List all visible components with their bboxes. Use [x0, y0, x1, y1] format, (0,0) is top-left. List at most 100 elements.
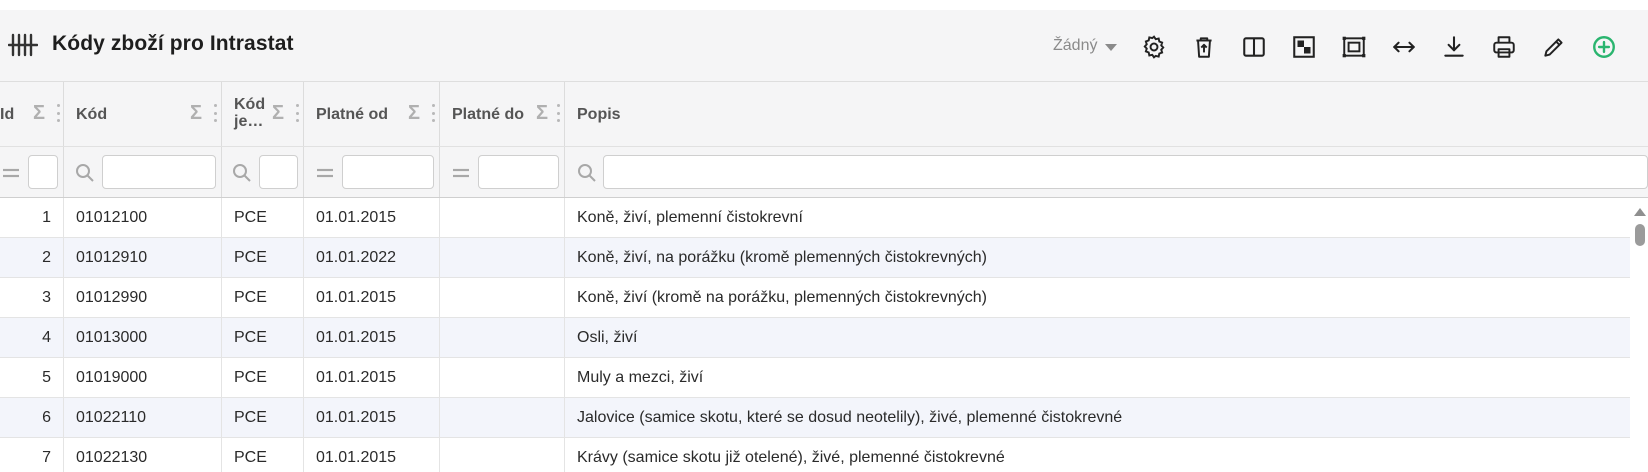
cell-platne-do [440, 238, 565, 277]
cell-kod: 01019000 [64, 358, 222, 397]
filter-input-id[interactable] [28, 155, 58, 189]
cell-platne-do [440, 398, 565, 437]
cell-kod: 01012990 [64, 278, 222, 317]
download-button[interactable] [1439, 32, 1469, 62]
table-row[interactable]: 5 01019000 PCE 01.01.2015 Muly a mezci, … [0, 358, 1630, 398]
filter-input-platne-od[interactable] [342, 155, 434, 189]
table-row[interactable]: 6 01022110 PCE 01.01.2015 Jalovice (sami… [0, 398, 1630, 438]
cell-popis: Koně, živí (kromě na porážku, plemenných… [577, 289, 987, 306]
cell-kod: 01022110 [64, 398, 222, 437]
delete-icon [1196, 37, 1212, 58]
fit-frame-button[interactable] [1339, 32, 1369, 62]
page: Kódy zboží pro Intrastat Žádný Id Σ Kód … [0, 0, 1648, 472]
table-row[interactable]: 3 01012990 PCE 01.01.2015 Koně, živí (kr… [0, 278, 1630, 318]
edit-button[interactable] [1539, 32, 1569, 62]
cell-platne-od: 01.01.2015 [304, 318, 440, 357]
column-menu-icon[interactable] [213, 104, 217, 122]
column-header-label: Kód [76, 106, 108, 123]
vertical-scrollbar[interactable] [1631, 198, 1648, 472]
cell-platne-do [440, 278, 565, 317]
fit-frame-icon [1342, 36, 1366, 58]
filter-cell-platne-do [440, 147, 565, 197]
cell-platne-do [440, 198, 565, 237]
filter-input-kod-je[interactable] [259, 155, 298, 189]
cell-platne-od: 01.01.2022 [304, 238, 440, 277]
toolbar: Žádný [0, 10, 1648, 81]
cell-kod: 01013000 [64, 318, 222, 357]
column-menu-icon[interactable] [556, 104, 560, 122]
checkerboard-icon [1293, 36, 1315, 58]
cell-platne-od: 01.01.2015 [304, 398, 440, 437]
print-icon [1493, 36, 1515, 58]
top-strip [0, 0, 1648, 10]
search-icon [76, 164, 94, 182]
sigma-icon[interactable]: Σ [33, 102, 45, 125]
cell-id: 4 [0, 318, 64, 357]
header-bar: Kódy zboží pro Intrastat Žádný [0, 10, 1648, 82]
cell-popis: Osli, živí [577, 329, 638, 346]
split-view-icon [1243, 37, 1265, 57]
sigma-icon[interactable]: Σ [190, 102, 202, 125]
cell-kod-je: PCE [222, 398, 304, 437]
column-menu-icon[interactable] [295, 104, 299, 122]
filter-input-popis[interactable] [603, 155, 1648, 189]
equals-icon [453, 168, 469, 178]
column-menu-icon[interactable] [431, 104, 435, 122]
cell-id: 5 [0, 358, 64, 397]
sigma-icon[interactable]: Σ [272, 102, 284, 125]
column-header-popis[interactable]: Popis [565, 82, 1648, 146]
column-header-label: Id [0, 106, 15, 123]
cell-id: 2 [0, 238, 64, 277]
filter-input-platne-do[interactable] [478, 155, 559, 189]
equals-icon [3, 168, 19, 178]
cell-kod: 01022130 [64, 438, 222, 472]
expand-width-button[interactable] [1389, 32, 1419, 62]
cell-popis: Koně, živí, na porážku (kromě plemenných… [577, 249, 987, 266]
edit-icon [1544, 38, 1563, 57]
cell-kod-je: PCE [222, 198, 304, 237]
cell-id: 1 [0, 198, 64, 237]
cell-kod-je: PCE [222, 358, 304, 397]
table-row[interactable]: 7 01022130 PCE 01.01.2015 Krávy (samice … [0, 438, 1630, 472]
equals-icon [317, 168, 333, 178]
filter-input-kod[interactable] [102, 155, 216, 189]
cell-popis: Koně, živí, plemenní čistokrevní [577, 209, 803, 226]
column-header-kod[interactable]: Kód Σ [64, 82, 222, 146]
cell-id: 3 [0, 278, 64, 317]
cell-kod-je: PCE [222, 318, 304, 357]
print-button[interactable] [1489, 32, 1519, 62]
filter-cell-kod [64, 147, 222, 197]
column-header-id[interactable]: Id Σ [0, 82, 64, 146]
table-row[interactable]: 4 01013000 PCE 01.01.2015 Osli, živí [0, 318, 1630, 358]
cell-platne-od: 01.01.2015 [304, 438, 440, 472]
view-select[interactable]: Žádný [1053, 34, 1118, 58]
add-button[interactable] [1589, 32, 1619, 62]
cell-platne-do [440, 358, 565, 397]
cell-popis: Jalovice (samice skotu, které se dosud n… [577, 409, 1123, 426]
chevron-down-icon [1105, 43, 1118, 51]
column-menu-icon[interactable] [56, 104, 60, 122]
settings-button[interactable] [1139, 32, 1169, 62]
column-header-label: Platné od [316, 106, 389, 123]
cell-kod: 01012910 [64, 238, 222, 277]
filter-cell-popis [565, 147, 1648, 197]
sigma-icon[interactable]: Σ [408, 102, 420, 125]
filter-row [0, 147, 1648, 198]
settings-icon [1143, 35, 1165, 59]
delete-button[interactable] [1189, 32, 1219, 62]
checkerboard-button[interactable] [1289, 32, 1319, 62]
expand-width-icon [1393, 41, 1415, 53]
scroll-up-icon[interactable] [1634, 208, 1646, 216]
scrollbar-thumb[interactable] [1635, 224, 1645, 246]
filter-cell-kod-je [222, 147, 304, 197]
sigma-icon[interactable]: Σ [536, 102, 548, 125]
table-row[interactable]: 1 01012100 PCE 01.01.2015 Koně, živí, pl… [0, 198, 1630, 238]
column-header-platne-do[interactable]: Platné do Σ [440, 82, 565, 146]
split-view-button[interactable] [1239, 32, 1269, 62]
cell-platne-od: 01.01.2015 [304, 278, 440, 317]
search-icon [578, 164, 596, 182]
column-header-platne-od[interactable]: Platné od Σ [304, 82, 440, 146]
column-header-kod-je[interactable]: Kód je… Σ [222, 82, 304, 146]
column-header-label: Platné do [452, 106, 525, 123]
table-row[interactable]: 2 01012910 PCE 01.01.2022 Koně, živí, na… [0, 238, 1630, 278]
